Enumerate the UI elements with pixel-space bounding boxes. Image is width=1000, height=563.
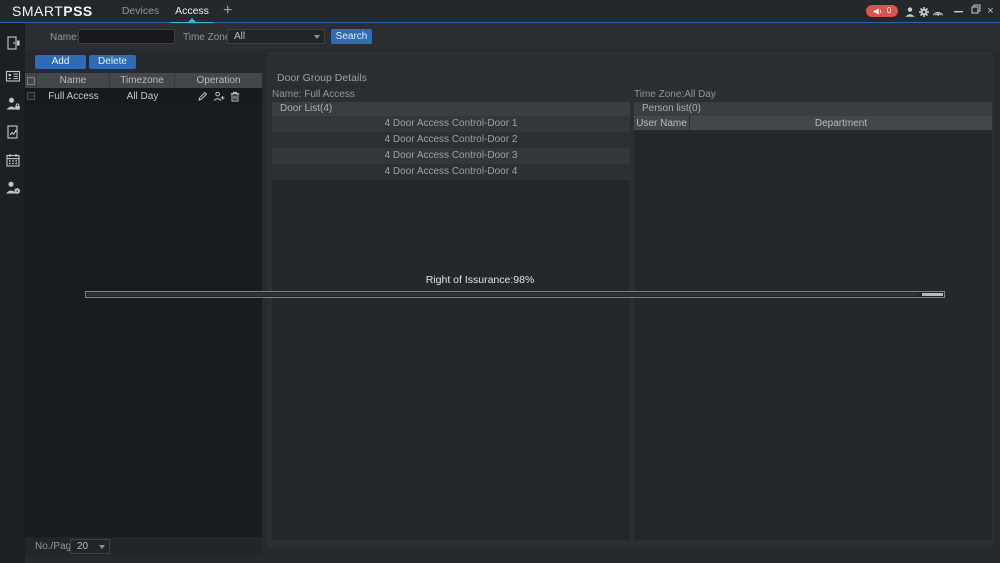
timezone-select-value: All (234, 31, 245, 42)
logo-pss: PSS (63, 3, 93, 19)
door-group-details-panel: Door Group Details Name: Full Access Tim… (267, 52, 993, 548)
minimize-button[interactable] (952, 4, 965, 18)
progress-thumb (922, 293, 943, 296)
per-page-select[interactable]: 20 (70, 539, 110, 554)
door-list: Door List(4) 4 Door Access Control-Door … (272, 102, 630, 540)
sidebar-item-person-lock[interactable] (0, 91, 25, 117)
delete-button[interactable]: Delete (89, 55, 136, 69)
title-bar: SMARTPSS Devices Access + 0 (0, 0, 1000, 23)
user-icon[interactable] (904, 5, 916, 17)
name-label: Name: (50, 32, 79, 43)
details-timezone-label: Time Zone:All Day (634, 89, 716, 100)
alarm-count: 0 (887, 7, 891, 15)
add-person-icon[interactable] (213, 91, 225, 102)
person-table-header: User Name Department (634, 116, 992, 130)
add-button[interactable]: Add (35, 55, 86, 69)
sidebar-item-person-gear[interactable] (0, 175, 25, 201)
id-card-icon (5, 68, 21, 84)
door-group-panel: Add Delete Name Timezone Operation Full … (25, 52, 262, 556)
row-timezone: All Day (110, 88, 175, 104)
person-lock-icon (5, 96, 21, 112)
sidebar-item-door-console[interactable] (0, 30, 25, 56)
door-console-icon (5, 35, 21, 51)
app-logo: SMARTPSS (12, 3, 93, 19)
person-gear-icon (5, 180, 21, 196)
progress-fill (87, 293, 919, 296)
person-list: Person list(0) User Name Department (634, 102, 992, 540)
details-title: Door Group Details (277, 72, 367, 84)
tab-devices[interactable]: Devices (118, 0, 163, 22)
sidebar-item-calendar[interactable] (0, 147, 25, 173)
group-table-header: Name Timezone Operation (25, 73, 262, 88)
column-header-department[interactable]: Department (690, 116, 992, 130)
select-all-checkbox[interactable] (27, 77, 35, 85)
issuance-progress-bar (85, 291, 945, 298)
column-header-timezone[interactable]: Timezone (110, 73, 175, 88)
column-header-name[interactable]: Name (37, 73, 110, 88)
person-list-header: Person list(0) (634, 102, 992, 116)
name-input[interactable] (78, 29, 175, 44)
calendar-icon (5, 152, 21, 168)
column-header-user-name[interactable]: User Name (634, 116, 690, 130)
sidebar-item-id-card[interactable] (0, 63, 25, 89)
details-name-label: Name: Full Access (272, 89, 355, 100)
alarm-badge[interactable]: 0 (866, 5, 898, 17)
logo-smart: SMART (12, 3, 63, 19)
close-button[interactable]: × (984, 4, 997, 18)
search-button[interactable]: Search (331, 29, 372, 44)
active-tab-caret (188, 18, 196, 22)
row-checkbox[interactable] (27, 92, 35, 100)
door-list-header: Door List(4) (272, 102, 630, 116)
filter-bar: Name: Time Zone: All Search (25, 23, 1000, 50)
table-row[interactable]: Full Access All Day (25, 88, 262, 104)
chevron-down-icon (99, 545, 105, 549)
sidebar-item-door-report[interactable] (0, 119, 25, 145)
speaker-icon (873, 7, 882, 16)
row-name: Full Access (37, 88, 110, 104)
door-list-item[interactable]: 4 Door Access Control-Door 1 (272, 116, 630, 132)
door-report-icon (5, 124, 21, 140)
new-tab-button[interactable]: + (223, 1, 232, 21)
smartpss-window: SMARTPSS Devices Access + 0 (0, 0, 1000, 563)
sidebar (0, 23, 25, 563)
timezone-label: Time Zone: (183, 32, 233, 43)
timezone-select[interactable]: All (227, 29, 325, 44)
door-list-item[interactable]: 4 Door Access Control-Door 3 (272, 148, 630, 164)
per-page-value: 20 (77, 541, 88, 552)
gear-icon[interactable] (918, 5, 930, 17)
chevron-down-icon (314, 35, 320, 39)
signal-icon[interactable] (932, 5, 944, 17)
door-list-item[interactable]: 4 Door Access Control-Door 4 (272, 164, 630, 180)
door-list-item[interactable]: 4 Door Access Control-Door 2 (272, 132, 630, 148)
column-header-operation[interactable]: Operation (175, 73, 262, 88)
delete-icon[interactable] (230, 91, 240, 102)
issuance-progress-label: Right of Issurance:98% (85, 274, 875, 286)
restore-button[interactable] (969, 4, 982, 18)
edit-icon[interactable] (197, 91, 208, 102)
